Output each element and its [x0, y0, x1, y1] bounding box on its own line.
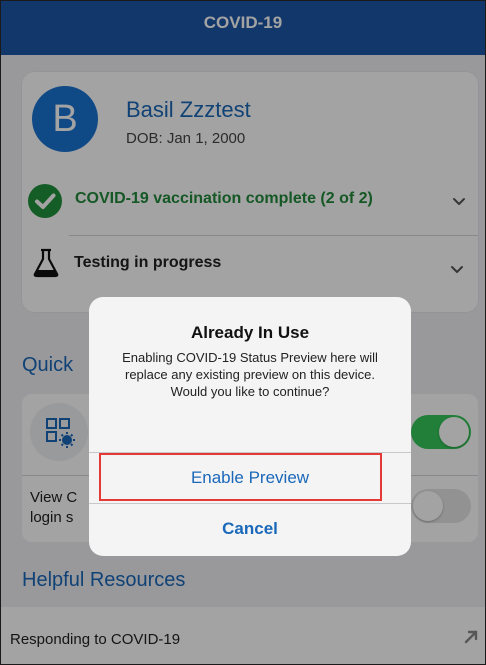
highlight-box: [99, 453, 382, 501]
already-in-use-dialog: Already In Use Enabling COVID-19 Status …: [89, 297, 411, 556]
dialog-message: Enabling COVID-19 Status Preview here wi…: [122, 350, 378, 399]
cancel-button[interactable]: Cancel: [89, 519, 411, 539]
dialog-title: Already In Use: [190, 323, 310, 342]
dialog-separator: [89, 503, 411, 504]
app-screen: COVID-19 B Basil Zzztest DOB: Jan 1, 200…: [0, 0, 486, 665]
